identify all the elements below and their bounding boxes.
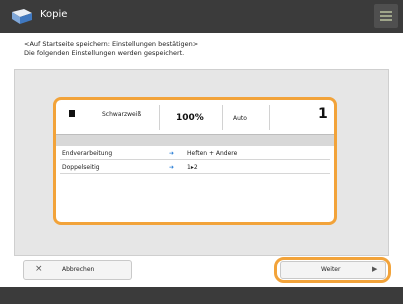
copy-count: 1: [318, 106, 328, 122]
setting-value: Heften + Andere: [187, 150, 238, 157]
copy-ratio: 100%: [176, 113, 204, 123]
cancel-label: Abbrechen: [62, 266, 95, 273]
cancel-button[interactable]: × Abbrechen: [23, 260, 132, 280]
instruction-text: <Auf Startseite speichern: Einstellungen…: [24, 40, 198, 58]
divider: [159, 105, 160, 130]
next-button[interactable]: Weiter ▶: [280, 261, 386, 279]
instruction-line-1: <Auf Startseite speichern: Einstellungen…: [24, 40, 199, 48]
divider: [222, 105, 223, 130]
close-icon: ×: [35, 264, 43, 274]
summary-row: Schwarzweiß 100% Auto 1: [56, 100, 334, 135]
row-divider: [60, 173, 330, 174]
copy-icon: [12, 9, 32, 24]
app-title: Kopie: [40, 9, 68, 20]
paper-select: Auto: [233, 115, 247, 122]
color-mode-icon: [69, 110, 75, 117]
title-bar: Kopie: [0, 0, 403, 33]
divider: [269, 105, 270, 130]
setting-value: 1▸2: [187, 164, 198, 171]
arrow-right-icon: ➜: [169, 150, 175, 157]
section-gap: [56, 135, 334, 146]
color-mode-label: Schwarzweiß: [102, 111, 142, 118]
settings-row: Doppelseitig ➜ 1▸2: [56, 163, 334, 174]
footer-bar: [0, 287, 403, 304]
setting-name: Endverarbeitung: [62, 150, 113, 157]
row-divider: [60, 159, 330, 160]
instruction-line-2: Die folgenden Einstellungen werden gespe…: [24, 49, 185, 57]
setting-name: Doppelseitig: [62, 164, 100, 171]
arrow-right-icon: ➜: [169, 164, 175, 171]
menu-button[interactable]: [374, 4, 398, 28]
settings-row: Endverarbeitung ➜ Heften + Andere: [56, 149, 334, 160]
settings-summary-card: Schwarzweiß 100% Auto 1 Endverarbeitung …: [53, 97, 337, 225]
copy-settings-screen: Kopie <Auf Startseite speichern: Einstel…: [0, 0, 403, 304]
arrow-right-icon: ▶: [372, 265, 378, 273]
next-label: Weiter: [321, 266, 341, 273]
